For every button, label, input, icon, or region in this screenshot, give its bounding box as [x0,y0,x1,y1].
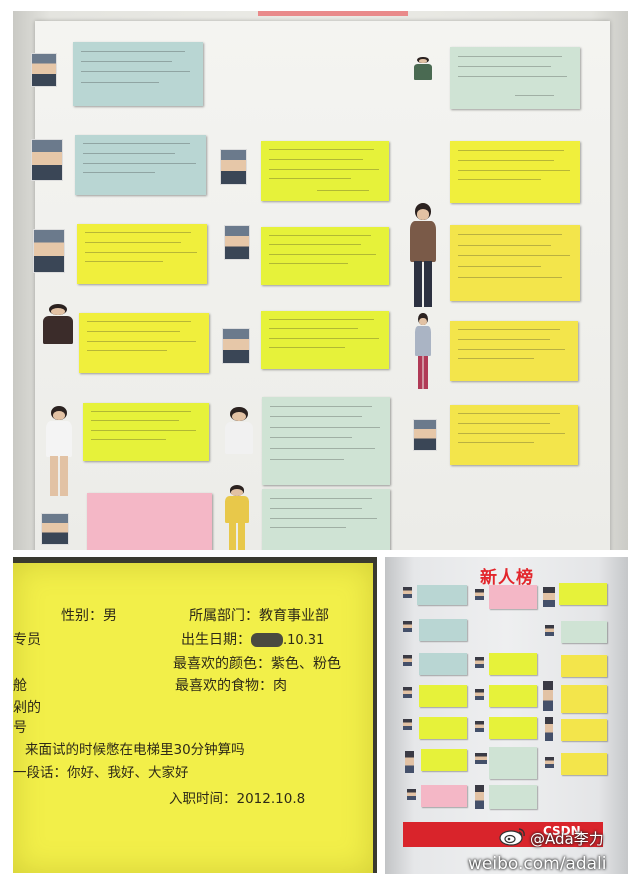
mini-card [419,619,467,641]
top-photo-board-wall [13,11,628,550]
mini-portrait [543,587,555,607]
portrait-photo [33,229,65,273]
closeup-frag-2: 剁的 [13,700,41,716]
mini-card [561,753,607,775]
mini-portrait [545,757,554,768]
profile-card [450,225,580,301]
standing-person-cutout [409,57,437,97]
closeup-gender: 性别：男 [61,608,117,624]
closeup-birth-label: 出生日期： [181,632,251,648]
mini-portrait [475,657,484,668]
profile-card [261,227,389,285]
closeup-fav-color: 最喜欢的颜色：紫色、粉色 [173,656,341,672]
profile-card [87,493,212,550]
mini-card [417,585,467,605]
mini-portrait [475,721,484,732]
profile-card [450,321,578,381]
redacted-year-mark [251,632,283,647]
mini-card [561,655,607,677]
closeup-question: 来面试的时候憋在电梯里30分钟算吗 [25,742,245,758]
mini-card [559,583,607,605]
mini-card [419,685,467,707]
profile-card [73,42,203,106]
mini-portrait [543,681,553,711]
closeup-yellow-card: 性别：男 所属部门：教育事业部 专员 出生日期： .10.31 舱 最喜欢的颜色：… [13,563,373,873]
profile-card [262,489,390,550]
mini-portrait [403,621,412,632]
mini-portrait [405,751,414,773]
mini-portrait [475,689,484,700]
mini-card [489,717,537,739]
closeup-frag-3: 号 [13,720,27,736]
portrait-photo [41,513,69,545]
mini-card [419,717,467,739]
board-top-red-strip [258,11,408,16]
closeup-department: 所属部门：教育事业部 [189,608,329,624]
closeup-join-date: 入职时间：2012.10.8 [169,791,306,807]
portrait-photo [220,149,247,185]
standing-person-cutout [39,406,79,496]
portrait-photo [413,419,437,451]
closeup-birth-line: 出生日期： .10.31 [181,629,324,649]
mini-card [489,785,537,809]
mini-portrait [475,589,484,600]
portrait-photo [222,328,250,364]
mini-card [489,685,537,707]
portrait-photo [31,53,57,87]
mini-portrait [403,719,412,730]
standing-person-cutout [411,313,435,389]
standing-person-cutout [219,485,255,550]
closeup-greeting: 一段话：你好、我好、大家好 [13,765,189,781]
mini-card [421,749,467,771]
mini-card [561,685,607,713]
mini-card [489,653,537,675]
mini-portrait [475,753,487,764]
profile-card [262,397,390,485]
mini-portrait [545,625,554,636]
mini-portrait [545,717,553,741]
mini-card [561,719,607,741]
closeup-role-fragment: 专员 [13,632,41,648]
profile-card [450,141,580,203]
closeup-profile-card-photo: 性别：男 所属部门：教育事业部 专员 出生日期： .10.31 舱 最喜欢的颜色：… [13,557,377,873]
weibo-icon [499,828,525,846]
mini-card [489,747,537,779]
profile-card [83,403,209,461]
profile-card [77,224,207,284]
profile-card [261,141,389,201]
mini-card [489,585,537,609]
mini-portrait [403,655,412,666]
profile-card [261,311,389,369]
mini-card [419,653,467,675]
closeup-fav-food: 最喜欢的食物：肉 [175,678,287,694]
closeup-frag-1: 舱 [13,678,27,694]
seated-person-cutout [217,407,261,455]
portrait-photo [31,139,63,181]
watermark-url: weibo.com/adali [468,854,607,874]
portrait-photo [224,225,250,260]
mini-card [561,621,607,643]
closeup-birth-tail: .10.31 [283,633,325,648]
standing-person-cutout [403,203,443,307]
watermark-handle: @Ada李力 [530,830,604,848]
mini-portrait [407,789,416,800]
mini-card [421,785,467,807]
profile-card [450,405,578,465]
profile-card [79,313,209,373]
profile-card [75,135,206,195]
standing-person-cutout [35,304,81,374]
mini-portrait [403,587,412,598]
mini-portrait [475,785,484,809]
profile-card [450,47,580,109]
mini-portrait [403,687,412,698]
